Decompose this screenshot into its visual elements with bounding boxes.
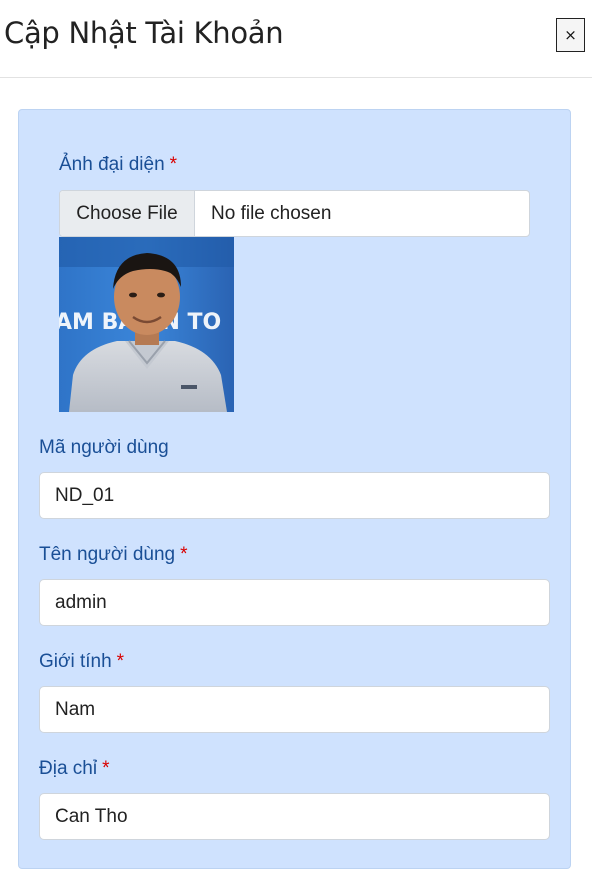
close-button[interactable]: × [556, 18, 585, 52]
address-label: Địa chỉ * [39, 758, 109, 780]
gender-input[interactable] [39, 686, 550, 733]
user-name-label-text: Tên người dùng [39, 544, 176, 565]
modal-title: Cập Nhật Tài Khoản [4, 16, 284, 50]
address-input[interactable] [39, 793, 550, 840]
choose-file-button[interactable]: Choose File [60, 191, 195, 236]
avatar-label-text: Ảnh đại diện [59, 154, 165, 175]
file-status-text: No file chosen [211, 203, 332, 224]
avatar-file-input[interactable]: Choose File No file chosen [59, 190, 530, 237]
user-id-label: Mã người dùng [39, 437, 169, 459]
user-name-label: Tên người dùng * [39, 544, 188, 566]
user-id-label-text: Mã người dùng [39, 437, 169, 458]
avatar-image: AM BAN N TO [59, 237, 234, 412]
user-id-input[interactable] [39, 472, 550, 519]
address-label-text: Địa chỉ [39, 758, 98, 779]
gender-label-text: Giới tính [39, 651, 112, 672]
required-mark: * [116, 651, 125, 672]
required-mark: * [180, 544, 188, 565]
required-mark: * [102, 758, 110, 779]
avatar-label: Ảnh đại diện * [59, 154, 177, 176]
user-name-input[interactable] [39, 579, 550, 626]
required-mark: * [169, 154, 178, 175]
modal-header: Cập Nhật Tài Khoản × [0, 0, 592, 78]
gender-label: Giới tính * [39, 651, 124, 673]
